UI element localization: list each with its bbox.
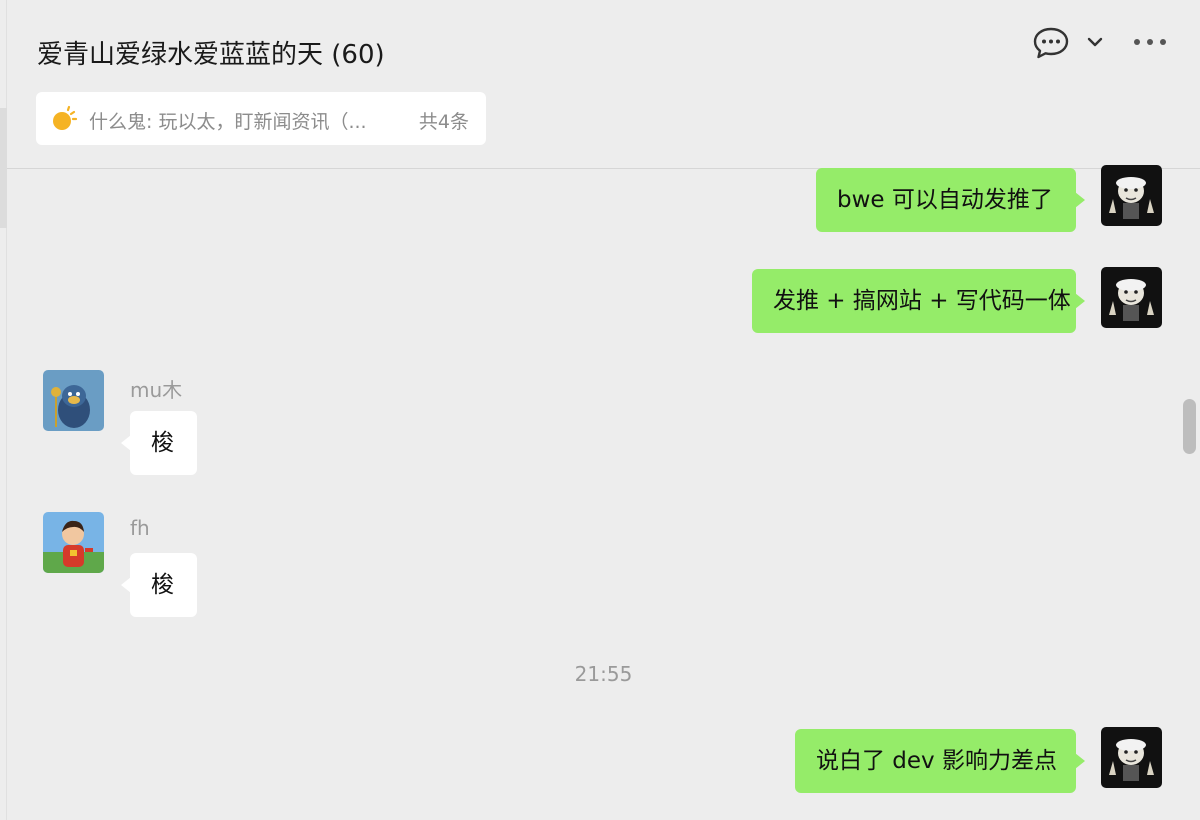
message-bubble[interactable]: 发推 + 搞网站 + 写代码一体 (752, 269, 1085, 333)
message-bubble[interactable]: 说白了 dev 影响力差点 (795, 729, 1085, 793)
pinned-messages-bar[interactable]: 什么鬼: 玩以太，盯新闻资讯（... 共4条 (36, 92, 486, 145)
avatar[interactable] (1101, 727, 1162, 788)
message-text: 发推 + 搞网站 + 写代码一体 (773, 288, 1071, 314)
pinned-text: 什么鬼: 玩以太，盯新闻资讯（... (89, 111, 367, 133)
pinned-count: 共4条 (418, 111, 469, 133)
chat-header: 爱青山爱绿水爱蓝蓝的天 (60) 什么鬼: 玩以太，盯新闻资讯（... 共4条 (7, 0, 1200, 169)
sender-name: mu木 (130, 378, 183, 402)
chat-window: 爱青山爱绿水爱蓝蓝的天 (60) 什么鬼: 玩以太，盯新闻资讯（... 共4条 … (0, 0, 1200, 820)
more-dots-icon[interactable] (1131, 32, 1171, 52)
message-text: 梭 (151, 430, 174, 456)
sender-name: fh (130, 516, 150, 540)
message-text: 说白了 dev 影响力差点 (816, 748, 1057, 774)
chevron-down-icon[interactable] (1085, 32, 1105, 52)
avatar[interactable] (43, 512, 104, 573)
speech-bubble-icon[interactable] (1032, 26, 1070, 60)
avatar[interactable] (1101, 267, 1162, 328)
avatar[interactable] (1101, 165, 1162, 226)
avatar[interactable] (43, 370, 104, 431)
sidebar-edge (0, 108, 7, 228)
chat-title: 爱青山爱绿水爱蓝蓝的天 (60) (37, 40, 385, 70)
message-bubble[interactable]: 梭 (121, 553, 197, 617)
scrollbar-thumb[interactable] (1183, 399, 1196, 454)
bulb-icon (50, 105, 78, 133)
message-bubble[interactable]: 梭 (121, 411, 197, 475)
message-text: 梭 (151, 572, 174, 598)
message-timestamp: 21:55 (574, 662, 633, 686)
message-bubble[interactable]: bwe 可以自动发推了 (816, 168, 1085, 232)
message-text: bwe 可以自动发推了 (837, 187, 1053, 213)
